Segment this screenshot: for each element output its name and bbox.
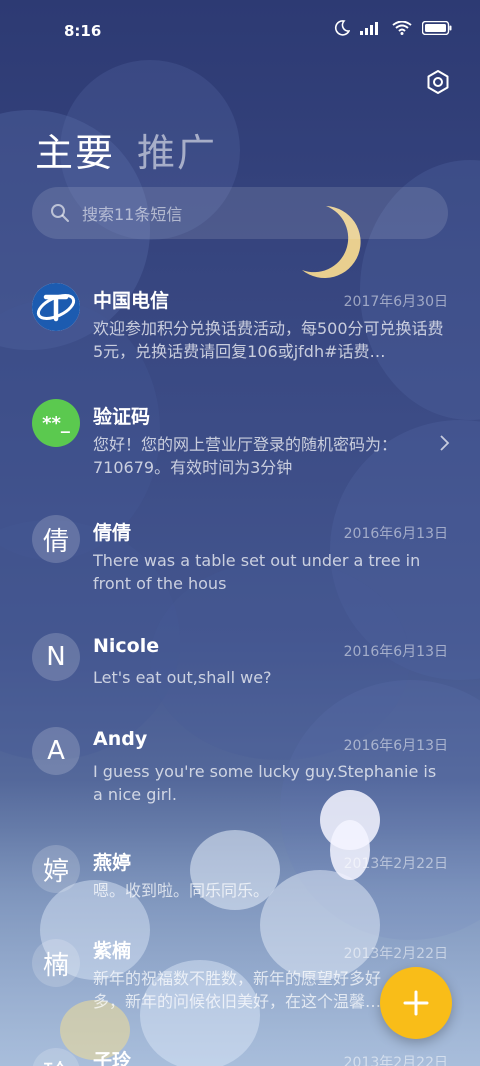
- wifi-icon: [392, 21, 412, 35]
- settings-button[interactable]: [424, 68, 452, 96]
- status-icons: [334, 20, 452, 36]
- message-date: 2016年6月13日: [343, 738, 448, 754]
- avatar: 玲: [32, 1048, 80, 1066]
- folder-tabs: 主要 推广: [35, 122, 217, 177]
- message-date: 2016年6月13日: [343, 526, 448, 542]
- conversation-item[interactable]: 中国电信 2017年6月30日 欢迎参加积分兑换话费活动，每500分可兑换话费5…: [0, 270, 480, 380]
- status-time: 8:16: [64, 22, 102, 40]
- avatar: 楠: [32, 939, 80, 987]
- search-icon: [51, 204, 69, 222]
- contact-name: Nicole: [93, 635, 160, 657]
- avatar: [32, 283, 80, 331]
- plus-icon: [403, 990, 429, 1016]
- avatar: 倩: [32, 515, 80, 563]
- message-preview: 您好！您的网上营业厅登录的随机密码为：710679。有效时间为3分钟: [93, 435, 398, 477]
- contact-name: 紫楠: [93, 940, 132, 962]
- search-bar[interactable]: 搜索11条短信: [32, 187, 448, 239]
- avatar: 婷: [32, 845, 80, 893]
- contact-name: 燕婷: [93, 852, 132, 874]
- contact-name: 子玲: [93, 1050, 132, 1066]
- contact-name: 验证码: [93, 406, 151, 428]
- message-preview: There was a table set out under a tree i…: [93, 551, 421, 593]
- message-preview: Let's eat out,shall we?: [93, 668, 272, 687]
- message-date: 2013年2月22日: [343, 946, 448, 962]
- china-telecom-logo-icon: [32, 283, 80, 331]
- message-date: 2013年2月22日: [343, 1055, 448, 1066]
- tab-promotions[interactable]: 推广: [137, 122, 217, 177]
- avatar: N: [32, 633, 80, 681]
- message-preview: 嗯。收到啦。同乐同乐。: [93, 881, 270, 900]
- message-preview: 欢迎参加积分兑换话费活动，每500分可兑换话费5元，兑换话费请回复106或jfd…: [93, 319, 444, 361]
- message-preview: 新年的祝福数不胜数，新年的愿望好多好多，新年的问候依旧美好，在这个温馨的时刻: [93, 969, 382, 1011]
- conversation-item[interactable]: N Nicole 2016年6月13日 Let's eat out,shall …: [0, 620, 480, 706]
- avatar: **_: [32, 399, 80, 447]
- message-date: 2013年2月22日: [343, 856, 448, 872]
- conversation-item[interactable]: 玲 子玲 2013年2月22日: [0, 1042, 480, 1066]
- message-preview: I guess you're some lucky guy.Stephanie …: [93, 762, 437, 804]
- battery-icon: [422, 21, 452, 35]
- contact-name: 中国电信: [93, 290, 170, 312]
- signal-icon: [360, 22, 378, 35]
- moon-dnd-icon: [334, 20, 350, 36]
- conversation-item[interactable]: **_ 验证码 您好！您的网上营业厅登录的随机密码为：710679。有效时间为3…: [0, 386, 480, 496]
- avatar: A: [32, 727, 80, 775]
- settings-icon: [427, 70, 449, 94]
- contact-name: 倩倩: [93, 522, 132, 544]
- conversation-item[interactable]: A Andy 2016年6月13日 I guess you're some lu…: [0, 714, 480, 824]
- compose-button[interactable]: [380, 967, 452, 1039]
- contact-name: Andy: [93, 728, 148, 750]
- message-date: 2017年6月30日: [343, 294, 448, 310]
- search-placeholder: 搜索11条短信: [82, 205, 183, 224]
- conversation-item[interactable]: 倩 倩倩 2016年6月13日 There was a table set ou…: [0, 502, 480, 612]
- chevron-right-icon: [440, 435, 450, 451]
- tab-primary[interactable]: 主要: [35, 122, 115, 177]
- status-bar: 8:16: [0, 0, 480, 62]
- message-date: 2016年6月13日: [343, 644, 448, 660]
- conversation-item[interactable]: 婷 燕婷 2013年2月22日 嗯。收到啦。同乐同乐。: [0, 832, 480, 918]
